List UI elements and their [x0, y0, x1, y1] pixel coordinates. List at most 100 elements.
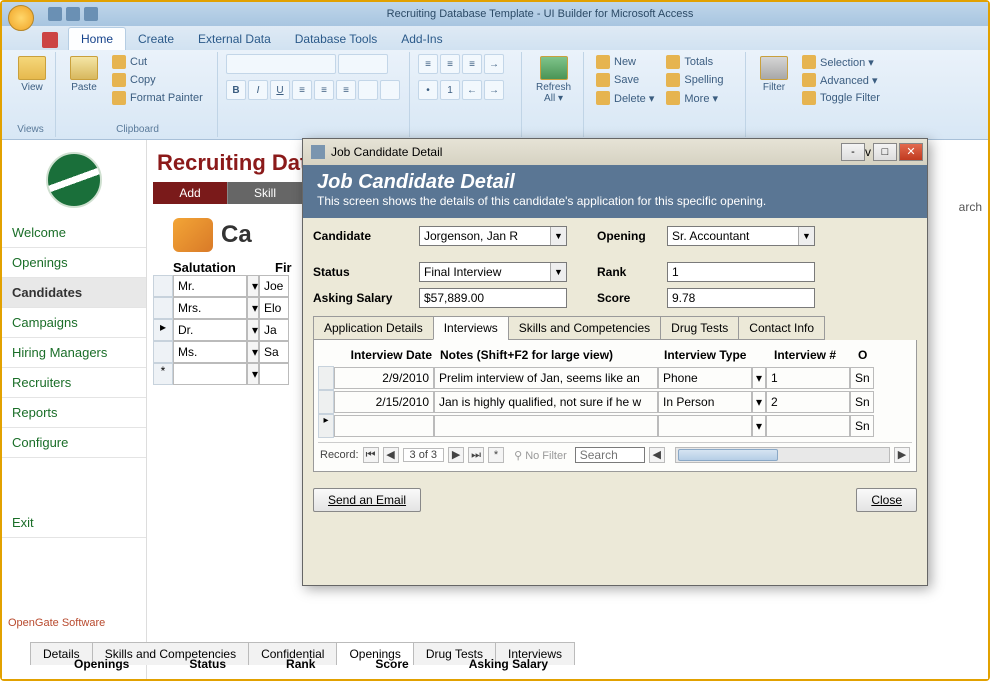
- chevron-down-icon[interactable]: ▾: [247, 275, 259, 297]
- asking-salary-input[interactable]: [419, 288, 567, 308]
- qat-redo-icon[interactable]: [84, 7, 98, 21]
- nav-first-icon[interactable]: ⏮: [363, 447, 379, 463]
- row-selector-new[interactable]: *: [153, 363, 173, 385]
- nav-reports[interactable]: Reports: [2, 398, 146, 428]
- dialog-titlebar[interactable]: Job Candidate Detail -v □ ✕: [303, 139, 927, 165]
- candidate-combo[interactable]: ▼: [419, 226, 567, 246]
- subtab-app-details[interactable]: Application Details: [313, 316, 434, 340]
- subgrid-row[interactable]: 2/15/2010 Jan is highly qualified, not s…: [318, 390, 912, 414]
- fill-color-button[interactable]: [358, 80, 378, 100]
- office-button[interactable]: [8, 5, 34, 31]
- scroll-left-icon[interactable]: ◀: [649, 447, 665, 463]
- cut-button[interactable]: Cut: [108, 54, 207, 70]
- row-selector-current[interactable]: ▸: [318, 414, 334, 438]
- nav-campaigns[interactable]: Campaigns: [2, 308, 146, 338]
- ribbon-tab-addins[interactable]: Add-Ins: [389, 28, 454, 50]
- subtab-drugtests[interactable]: Drug Tests: [660, 316, 739, 340]
- send-email-button[interactable]: Send an Email: [313, 488, 421, 512]
- chevron-down-icon[interactable]: ▼: [550, 227, 566, 245]
- qat-undo-icon[interactable]: [66, 7, 80, 21]
- close-button[interactable]: Close: [856, 488, 917, 512]
- more-button[interactable]: More ▾: [662, 90, 727, 106]
- row-selector-current[interactable]: ▸: [153, 319, 173, 341]
- nav-exit[interactable]: Exit: [2, 508, 146, 538]
- nav-candidates[interactable]: Candidates: [2, 278, 146, 308]
- nav-prev-icon[interactable]: ◀: [383, 447, 399, 463]
- ribbon-tab-home[interactable]: Home: [68, 27, 126, 50]
- opening-combo[interactable]: ▼: [667, 226, 815, 246]
- nav-recruiters[interactable]: Recruiters: [2, 368, 146, 398]
- filter-button[interactable]: Filter: [754, 54, 794, 95]
- bold-button[interactable]: B: [226, 80, 246, 100]
- new-button[interactable]: New: [592, 54, 658, 70]
- italic-button[interactable]: I: [248, 80, 268, 100]
- align-btn[interactable]: ≡: [418, 54, 438, 74]
- qat-save-icon[interactable]: [48, 7, 62, 21]
- nav-welcome[interactable]: Welcome: [2, 218, 146, 248]
- numbering-button[interactable]: 1: [440, 80, 460, 100]
- status-combo[interactable]: ▼: [419, 262, 567, 282]
- align-left-button[interactable]: ≡: [292, 80, 312, 100]
- chevron-down-icon[interactable]: ▾: [247, 297, 259, 319]
- save-button[interactable]: Save: [592, 72, 658, 88]
- tab-add[interactable]: Add: [153, 182, 228, 204]
- scroll-right-icon[interactable]: ▶: [894, 447, 910, 463]
- align-right-button[interactable]: ≡: [336, 80, 356, 100]
- minimize-button[interactable]: -: [841, 143, 865, 161]
- subtab-interviews[interactable]: Interviews: [433, 316, 509, 340]
- refresh-all-button[interactable]: Refresh All ▾: [530, 54, 577, 106]
- chevron-down-icon[interactable]: ▼: [550, 263, 566, 281]
- align-btn3[interactable]: ≡: [462, 54, 482, 74]
- scrollbar-thumb[interactable]: [678, 449, 778, 461]
- ribbon-tab-external[interactable]: External Data: [186, 28, 283, 50]
- nav-next-icon[interactable]: ▶: [448, 447, 464, 463]
- maximize-button[interactable]: □: [873, 143, 897, 161]
- chevron-down-icon[interactable]: ▼: [798, 227, 814, 245]
- chevron-down-icon[interactable]: ▾: [752, 367, 766, 389]
- nav-openings[interactable]: Openings: [2, 248, 146, 278]
- font-name-combo[interactable]: [226, 54, 336, 74]
- row-selector[interactable]: [153, 275, 173, 297]
- close-x-button[interactable]: ✕: [899, 143, 923, 161]
- row-selector[interactable]: [318, 390, 334, 414]
- score-input[interactable]: [667, 288, 815, 308]
- nav-last-icon[interactable]: ⏭: [468, 447, 484, 463]
- underline-button[interactable]: U: [270, 80, 290, 100]
- align-btn2[interactable]: ≡: [440, 54, 460, 74]
- spelling-button[interactable]: Spelling: [662, 72, 727, 88]
- copy-button[interactable]: Copy: [108, 72, 207, 88]
- rank-input[interactable]: [667, 262, 815, 282]
- nav-new-icon[interactable]: *: [488, 447, 504, 463]
- tab-skill[interactable]: Skill: [228, 182, 303, 204]
- subgrid-row-new[interactable]: ▸ ▾ Sn: [318, 414, 912, 438]
- advanced-button[interactable]: Advanced ▾: [798, 72, 884, 88]
- record-search-input[interactable]: [575, 447, 645, 463]
- chevron-down-icon[interactable]: ▾: [752, 391, 766, 413]
- ribbon-tab-dbtools[interactable]: Database Tools: [283, 28, 390, 50]
- outdent-button[interactable]: ←: [462, 80, 482, 100]
- subtab-skills[interactable]: Skills and Competencies: [508, 316, 661, 340]
- paste-button[interactable]: Paste: [64, 54, 104, 95]
- align-center-button[interactable]: ≡: [314, 80, 334, 100]
- font-color-button[interactable]: [380, 80, 400, 100]
- view-button[interactable]: View: [12, 54, 52, 95]
- font-size-combo[interactable]: [338, 54, 388, 74]
- ribbon-tab-create[interactable]: Create: [126, 28, 186, 50]
- bullets-button[interactable]: •: [418, 80, 438, 100]
- chevron-down-icon[interactable]: ▾: [247, 319, 259, 341]
- format-painter-button[interactable]: Format Painter: [108, 90, 207, 106]
- delete-button[interactable]: Delete ▾: [592, 90, 658, 106]
- indent-btn[interactable]: →: [484, 54, 504, 74]
- toggle-filter-button[interactable]: Toggle Filter: [798, 90, 884, 106]
- subgrid-row[interactable]: 2/9/2010 Prelim interview of Jan, seems …: [318, 366, 912, 390]
- row-selector[interactable]: [318, 366, 334, 390]
- nav-configure[interactable]: Configure: [2, 428, 146, 458]
- chevron-down-icon[interactable]: ▾: [247, 363, 259, 385]
- horizontal-scrollbar[interactable]: [675, 447, 890, 463]
- selection-button[interactable]: Selection ▾: [798, 54, 884, 70]
- row-selector[interactable]: [153, 297, 173, 319]
- totals-button[interactable]: Totals: [662, 54, 727, 70]
- indent2-button[interactable]: →: [484, 80, 504, 100]
- chevron-down-icon[interactable]: ▾: [752, 415, 766, 437]
- row-selector[interactable]: [153, 341, 173, 363]
